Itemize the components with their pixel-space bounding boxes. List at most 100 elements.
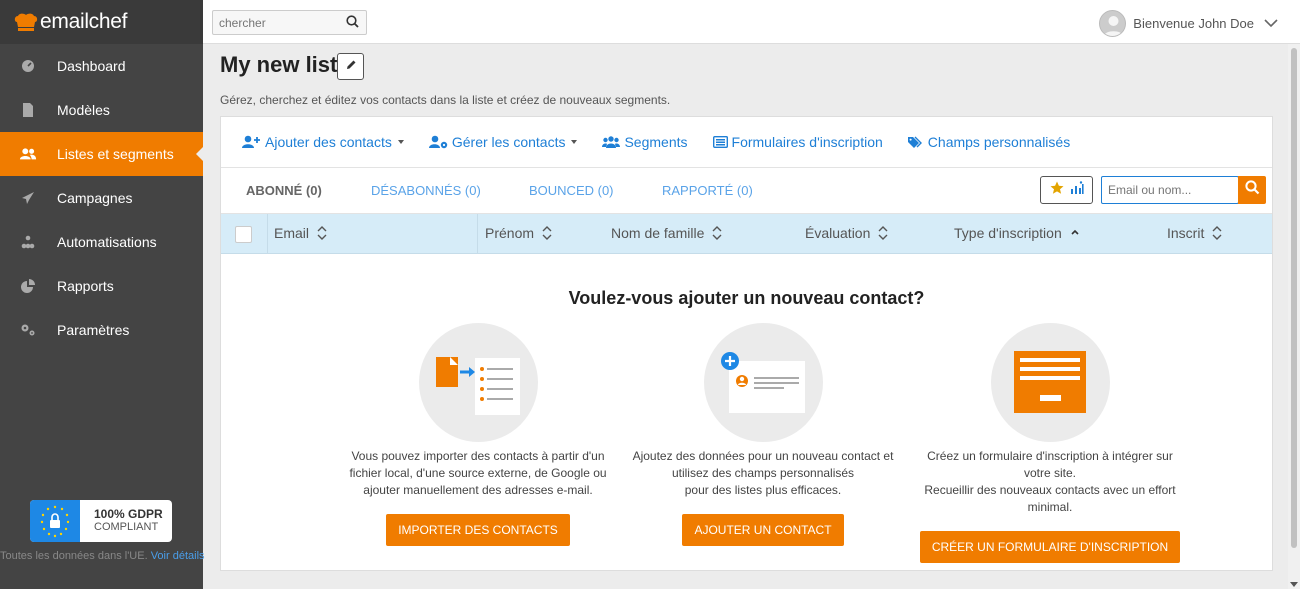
column-first-name[interactable]: Prénom xyxy=(485,225,552,241)
gdpr-badge: 100% GDPR COMPLIANT xyxy=(30,500,172,542)
column-rating[interactable]: Évaluation xyxy=(805,225,888,241)
sort-icon xyxy=(542,225,552,241)
add-contacts-dropdown[interactable]: Ajouter des contacts xyxy=(242,134,404,150)
select-all-cell xyxy=(221,214,268,253)
sidebar-item-label: Paramètres xyxy=(57,322,130,338)
tab-unsubscribed[interactable]: DÉSABONNÉS (0) xyxy=(371,183,481,198)
page-title: My new list xyxy=(220,52,338,77)
eu-stars-lock-icon xyxy=(30,500,80,542)
column-last-name[interactable]: Nom de famille xyxy=(611,225,722,241)
text-line: ajouter manuellement des adresses e-mail… xyxy=(363,483,593,497)
edit-title-button[interactable] xyxy=(337,53,364,80)
paper-plane-icon xyxy=(19,189,37,207)
column-subscribed-label: Inscrit xyxy=(1167,225,1205,241)
add-contact-button[interactable]: AJOUTER UN CONTACT xyxy=(682,514,844,546)
favorite-filter-button[interactable] xyxy=(1040,176,1093,204)
contacts-toolbar: Ajouter des contacts Gérer les contacts … xyxy=(221,117,1272,168)
signup-form-illustration-icon xyxy=(990,323,1110,442)
scroll-down-arrow-icon[interactable] xyxy=(1290,582,1298,587)
star-icon xyxy=(1050,181,1064,200)
column-subscribed[interactable]: Inscrit xyxy=(1167,225,1222,241)
tab-reported[interactable]: RAPPORTÉ (0) xyxy=(662,183,753,198)
signup-forms-label: Formulaires d'inscription xyxy=(731,134,883,150)
sidebar-item-reports[interactable]: Rapports xyxy=(0,264,203,308)
column-subscription-type-label: Type d'inscription xyxy=(954,225,1062,241)
column-divider xyxy=(477,214,478,253)
column-email[interactable]: Email xyxy=(274,225,327,241)
users-icon xyxy=(19,145,37,163)
list-alt-icon xyxy=(712,136,728,148)
column-rating-label: Évaluation xyxy=(805,225,871,241)
contact-search-button[interactable] xyxy=(1238,176,1266,204)
sidebar-item-lists[interactable]: Listes et segments xyxy=(0,132,203,176)
gears-icon xyxy=(19,321,37,339)
tags-icon xyxy=(907,136,924,149)
text-line: Recueillir des nouveaux contacts avec un… xyxy=(924,483,1176,497)
sidebar-item-campaigns[interactable]: Campagnes xyxy=(0,176,203,220)
column-subscription-type[interactable]: Type d'inscription xyxy=(954,225,1080,241)
gdpr-details-link[interactable]: Voir détails xyxy=(151,550,205,562)
text-line: fichier local, d'une source externe, de … xyxy=(349,466,607,480)
sort-icon xyxy=(1212,225,1222,241)
select-all-checkbox[interactable] xyxy=(235,226,252,243)
user-gear-icon xyxy=(428,135,448,149)
gdpr-title: 100% GDPR xyxy=(94,507,163,521)
add-contact-panel: Ajoutez des données pour un nouveau cont… xyxy=(625,323,901,546)
contact-search xyxy=(1101,176,1239,204)
chevron-down-icon xyxy=(1264,16,1278,31)
document-icon xyxy=(19,101,37,119)
import-contacts-panel: Vous pouvez importer des contacts à part… xyxy=(340,323,616,546)
tab-bounced[interactable]: BOUNCED (0) xyxy=(529,183,614,198)
add-contacts-label: Ajouter des contacts xyxy=(265,134,392,150)
add-description: Ajoutez des données pour un nouveau cont… xyxy=(625,448,901,499)
text-line: pour des listes plus efficaces. xyxy=(684,483,842,497)
form-description: Créez un formulaire d'inscription à inté… xyxy=(912,448,1188,516)
manage-contacts-dropdown[interactable]: Gérer les contacts xyxy=(428,134,578,150)
scrollbar-thumb[interactable] xyxy=(1291,48,1297,548)
import-illustration-icon xyxy=(418,323,538,442)
text-line: minimal. xyxy=(1027,500,1073,514)
text-line: utilisez des champs personnalisés xyxy=(671,466,855,480)
sort-ascending-icon xyxy=(1070,225,1080,241)
chef-hat-icon xyxy=(14,13,38,31)
empty-state-title: Voulez-vous ajouter un nouveau contact? xyxy=(568,288,925,308)
sitemap-icon xyxy=(19,233,37,251)
sort-icon xyxy=(878,225,888,241)
global-search xyxy=(212,10,367,35)
add-contact-illustration-icon xyxy=(703,323,823,442)
bar-chart-icon xyxy=(1070,180,1084,200)
gdpr-note: Toutes les données dans l'UE. Voir détai… xyxy=(0,550,210,562)
user-menu[interactable]: Bienvenue John Doe xyxy=(1099,10,1278,37)
sort-icon xyxy=(317,225,327,241)
pencil-icon xyxy=(345,58,357,76)
contact-search-input[interactable] xyxy=(1102,177,1236,203)
caret-down-icon xyxy=(571,140,578,144)
table-header: Email Prénom Nom de famille Évaluation T… xyxy=(221,214,1272,254)
text-line: Créez un formulaire d'inscription à inté… xyxy=(927,449,1173,463)
dashboard-gauge-icon xyxy=(19,57,37,75)
signup-forms-link[interactable]: Formulaires d'inscription xyxy=(712,134,883,150)
sidebar-item-dashboard[interactable]: Dashboard xyxy=(0,44,203,88)
import-contacts-button[interactable]: IMPORTER DES CONTACTS xyxy=(386,514,570,546)
column-first-name-label: Prénom xyxy=(485,225,535,241)
sidebar-item-settings[interactable]: Paramètres xyxy=(0,308,203,352)
logo[interactable]: emailchef xyxy=(0,0,203,44)
sidebar-item-label: Listes et segments xyxy=(57,146,174,162)
sidebar: emailchef Dashboard Modèles Listes et se… xyxy=(0,0,205,589)
contacts-card: Ajouter des contacts Gérer les contacts … xyxy=(220,116,1273,571)
sidebar-item-label: Dashboard xyxy=(57,58,126,74)
tab-subscribed[interactable]: ABONNÉ (0) xyxy=(246,183,322,198)
global-search-input[interactable] xyxy=(213,11,338,34)
column-email-label: Email xyxy=(274,225,310,241)
column-last-name-label: Nom de famille xyxy=(611,225,705,241)
sidebar-item-label: Rapports xyxy=(57,278,114,294)
sidebar-nav: Dashboard Modèles Listes et segments Cam… xyxy=(0,44,203,352)
segments-link[interactable]: Segments xyxy=(602,134,688,150)
create-signup-form-button[interactable]: CRÉER UN FORMULAIRE D'INSCRIPTION xyxy=(919,531,1181,563)
sort-icon xyxy=(712,225,722,241)
page-scrollbar[interactable] xyxy=(1288,44,1300,589)
sidebar-item-templates[interactable]: Modèles xyxy=(0,88,203,132)
search-icon[interactable] xyxy=(346,15,359,33)
custom-fields-link[interactable]: Champs personnalisés xyxy=(907,134,1070,150)
sidebar-item-automations[interactable]: Automatisations xyxy=(0,220,203,264)
